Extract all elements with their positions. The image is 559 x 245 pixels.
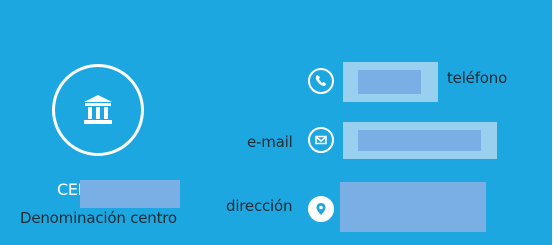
phone-value-redacted xyxy=(358,70,421,94)
email-label: e-mail xyxy=(247,133,293,151)
school-logo-circle xyxy=(52,64,144,156)
email-value-redacted xyxy=(358,130,481,151)
phone-icon xyxy=(308,68,334,94)
denomination-label: Denominación centro xyxy=(20,209,177,227)
envelope-icon xyxy=(308,127,334,153)
phone-label: teléfono xyxy=(447,69,508,87)
address-label: dirección xyxy=(226,197,293,215)
phone-field[interactable] xyxy=(343,62,438,102)
building-icon xyxy=(84,95,112,124)
address-field[interactable] xyxy=(340,182,486,232)
school-name-redacted xyxy=(80,180,180,208)
email-field[interactable] xyxy=(343,122,497,159)
school-info-panel: CEIP Denominación centro teléfono e-mail… xyxy=(0,0,552,245)
location-pin-icon xyxy=(308,196,334,222)
